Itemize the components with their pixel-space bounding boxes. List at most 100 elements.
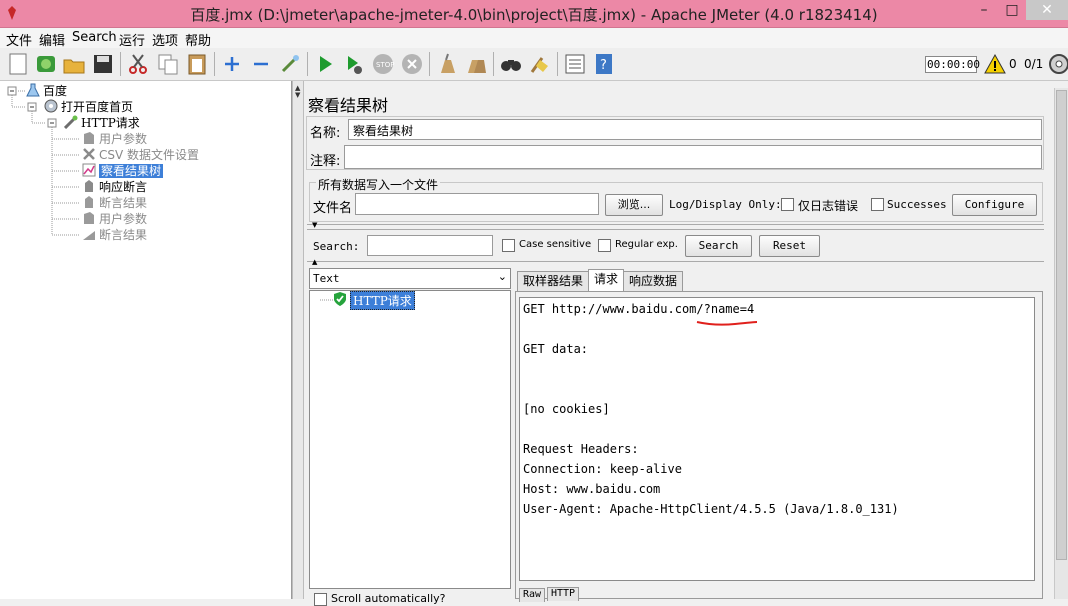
tree-node-user-params-1[interactable]: 用户参数 xyxy=(82,131,147,147)
test-plan-tree[interactable]: 百度 打开百度首页 HTTP请求 用户参数 CSV 数据文件设置 察看结果树 响… xyxy=(0,81,292,599)
file-section-title: 所有数据写入一个文件 xyxy=(316,176,441,193)
header-host: Host: www.baidu.com xyxy=(523,482,661,496)
request-text-area[interactable]: GET http://www.baidu.com/?name=4 GET dat… xyxy=(519,297,1035,581)
main-scrollbar[interactable] xyxy=(1054,88,1068,599)
header-user-agent: User-Agent: Apache-HttpClient/4.5.5 (Jav… xyxy=(523,502,899,516)
errors-only-checkbox[interactable] xyxy=(781,198,794,211)
svg-text:?: ? xyxy=(600,58,607,73)
regular-exp-label: Regular exp. xyxy=(615,239,678,250)
name-label: 名称: xyxy=(310,126,341,141)
function-helper-icon[interactable] xyxy=(563,52,587,76)
browse-button[interactable]: 浏览... xyxy=(605,194,663,216)
menu-help[interactable]: 帮助 xyxy=(185,30,211,49)
start-no-pauses-icon[interactable] xyxy=(342,52,366,76)
search-button[interactable]: Search xyxy=(685,235,752,257)
paste-icon[interactable] xyxy=(185,52,209,76)
tree-node-thread-group[interactable]: 打开百度首页 xyxy=(44,99,133,115)
successes-checkbox[interactable] xyxy=(871,198,884,211)
elapsed-timer: 00:00:00 xyxy=(925,56,980,73)
open-icon[interactable] xyxy=(62,52,86,76)
menu-options[interactable]: 选项 xyxy=(152,30,178,49)
scroll-automatically-checkbox[interactable] xyxy=(314,593,327,606)
listener-icon xyxy=(85,196,93,208)
filename-input[interactable] xyxy=(355,193,599,215)
reset-search-icon[interactable] xyxy=(528,52,552,76)
new-icon[interactable] xyxy=(6,52,30,76)
remote-status-icon xyxy=(1049,54,1068,74)
reset-button[interactable]: Reset xyxy=(759,235,820,257)
copy-icon[interactable] xyxy=(156,52,180,76)
tree-node-view-results-tree[interactable]: 察看结果树 xyxy=(82,163,164,179)
tree-node-http-request[interactable]: HTTP请求 xyxy=(64,115,140,131)
warning-icon[interactable] xyxy=(984,54,1006,74)
result-item-http-request[interactable]: HTTP请求 xyxy=(350,291,415,310)
tree-node-assertion-results-1[interactable]: 断言结果 xyxy=(82,195,147,211)
success-shield-icon xyxy=(334,292,346,306)
menu-run[interactable]: 运行 xyxy=(119,30,145,49)
request-headers-line: Request Headers: xyxy=(523,442,639,456)
menu-search[interactable]: Search xyxy=(72,30,117,45)
results-splitter[interactable] xyxy=(307,261,1044,266)
preprocessor-icon xyxy=(84,132,94,144)
sample-results-list[interactable]: HTTP请求 xyxy=(309,290,511,589)
collapse-all-icon[interactable] xyxy=(249,52,273,76)
search-label: Search: xyxy=(313,240,360,253)
toolbar: STOP ? 00:00:00 0 0/1 xyxy=(0,48,1068,81)
scrollbar-thumb[interactable] xyxy=(1056,90,1067,560)
get-data-line: GET data: xyxy=(523,342,589,356)
listener-icon xyxy=(83,231,95,240)
menu-bar: 文件 编辑 Search 运行 选项 帮助 xyxy=(0,28,1068,49)
split-pane-divider[interactable]: ▲ ▼ xyxy=(292,81,304,599)
splitter-arrows-icon[interactable]: ▼ xyxy=(312,222,317,229)
help-icon[interactable]: ? xyxy=(592,52,616,76)
listener-chart-icon xyxy=(82,163,96,177)
shutdown-icon[interactable] xyxy=(400,52,424,76)
tree-node-assertion-results-2[interactable]: 断言结果 xyxy=(82,227,147,243)
regular-exp-checkbox[interactable] xyxy=(598,239,611,252)
stop-icon[interactable]: STOP xyxy=(371,52,395,76)
minimize-button[interactable]: – xyxy=(970,0,998,20)
find-icon[interactable] xyxy=(499,52,523,76)
close-button[interactable]: ✕ xyxy=(1026,0,1068,20)
error-count: 0 xyxy=(1009,57,1017,71)
tree-node-test-plan[interactable]: 百度 xyxy=(26,83,67,99)
search-splitter[interactable] xyxy=(307,224,1044,230)
filename-label: 文件名 xyxy=(313,201,353,216)
tab-raw[interactable]: Raw xyxy=(519,588,546,602)
split-arrows-icon[interactable]: ▲ ▼ xyxy=(295,85,300,99)
menu-file[interactable]: 文件 xyxy=(6,30,32,49)
tab-response-data[interactable]: 响应数据 xyxy=(623,271,684,291)
cut-icon[interactable] xyxy=(126,52,150,76)
gear-icon xyxy=(44,99,58,113)
window-titlebar[interactable]: 百度.jmx (D:\jmeter\apache-jmeter-4.0\bin\… xyxy=(0,0,1068,28)
menu-edit[interactable]: 编辑 xyxy=(39,30,65,49)
tree-node-response-assertion[interactable]: 响应断言 xyxy=(82,179,147,195)
configure-button[interactable]: Configure xyxy=(952,194,1037,216)
expand-all-icon[interactable] xyxy=(220,52,244,76)
case-sensitive-checkbox[interactable] xyxy=(502,239,515,252)
comment-input[interactable] xyxy=(344,145,1042,169)
toggle-icon[interactable] xyxy=(278,52,302,76)
save-icon[interactable] xyxy=(91,52,115,76)
tree-node-csv-data-set[interactable]: CSV 数据文件设置 xyxy=(82,147,199,163)
successes-label: Successes xyxy=(887,198,947,211)
clear-all-icon[interactable] xyxy=(464,52,488,76)
start-icon[interactable] xyxy=(313,52,337,76)
search-input[interactable] xyxy=(367,235,493,256)
chevron-down-icon: ⌄ xyxy=(497,270,507,283)
templates-icon[interactable] xyxy=(34,52,58,76)
tree-node-user-params-2[interactable]: 用户参数 xyxy=(82,211,147,227)
renderer-select[interactable]: Text ⌄ xyxy=(309,268,511,289)
request-line: GET http://www.baidu.com/?name=4 xyxy=(523,302,755,316)
splitter-arrows-icon-2[interactable]: ▲ xyxy=(312,259,317,266)
name-input[interactable]: 察看结果树 xyxy=(348,119,1042,140)
case-sensitive-label: Case sensitive xyxy=(519,239,592,250)
flask-icon xyxy=(26,83,40,97)
config-tools-icon xyxy=(83,148,95,160)
maximize-button[interactable]: □ xyxy=(998,0,1026,20)
svg-text:STOP: STOP xyxy=(376,61,394,69)
tab-sampler-result[interactable]: 取样器结果 xyxy=(517,271,590,291)
active-threads: 0/1 xyxy=(1024,57,1044,71)
clear-icon[interactable] xyxy=(435,52,459,76)
tab-request[interactable]: 请求 xyxy=(588,269,625,291)
